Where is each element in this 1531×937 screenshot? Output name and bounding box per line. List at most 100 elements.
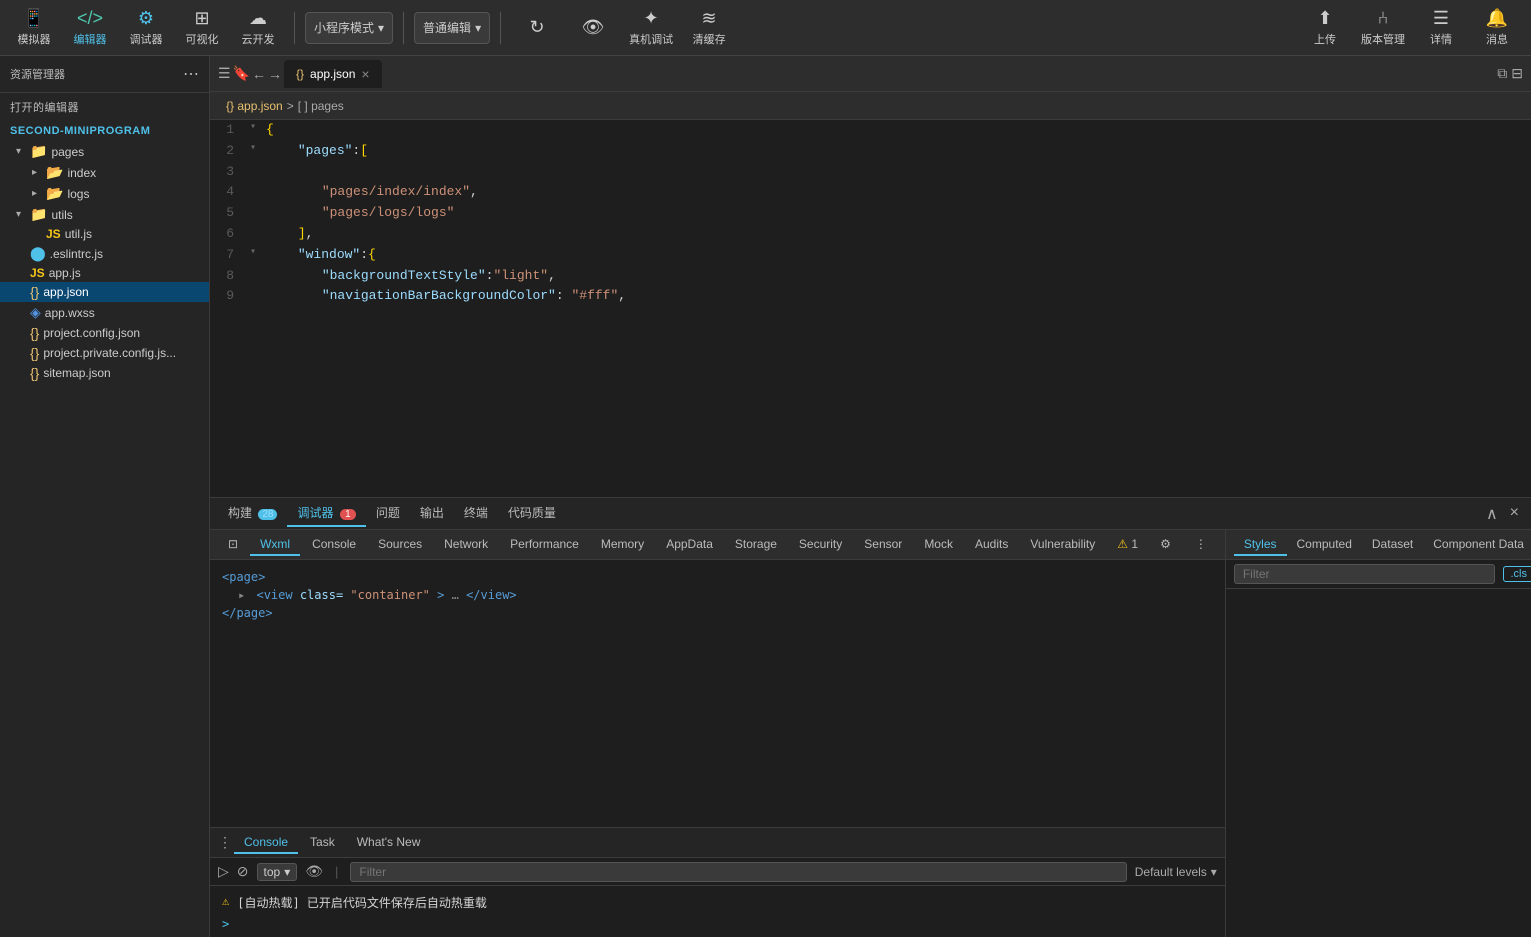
styles-tab-dataset[interactable]: Dataset — [1362, 534, 1423, 556]
network-label: Network — [444, 537, 488, 551]
eye-btn[interactable]: 👁 — [567, 4, 619, 52]
inner-tab-memory[interactable]: Memory — [591, 534, 654, 556]
tree-item-index[interactable]: ▸ 📂 index — [0, 162, 209, 183]
inner-tab-sensor[interactable]: Sensor — [854, 534, 912, 556]
tree-item-pages[interactable]: ▾ 📁 pages — [0, 141, 209, 162]
inner-tab-security[interactable]: Security — [789, 534, 852, 556]
sidebar-header: 资源管理器 ⋯ — [0, 56, 209, 93]
simulator-label: 模拟器 — [18, 31, 51, 47]
bookmark-icon[interactable]: 🔖 — [233, 65, 250, 82]
close-panel-icon[interactable]: × — [1506, 502, 1523, 526]
devtools-tab-issues[interactable]: 问题 — [366, 500, 410, 527]
editor-label: 编辑器 — [74, 31, 107, 47]
back-icon[interactable]: ← — [252, 66, 266, 82]
block-icon[interactable]: ⊘ — [237, 863, 249, 880]
tree-item-projectconfig[interactable]: {} project.config.json — [0, 323, 209, 343]
compile-dropdown[interactable]: 普通编辑 ▾ — [414, 12, 490, 44]
settings-icon[interactable]: ⚙ — [1150, 534, 1181, 556]
more-icon[interactable]: ⋮ — [1185, 534, 1217, 556]
tree-item-utiljs[interactable]: JS util.js — [0, 225, 209, 243]
inner-tab-sources[interactable]: Sources — [368, 534, 432, 556]
styles-tab-componentdata[interactable]: Component Data — [1423, 534, 1531, 556]
tree-item-utils[interactable]: ▾ 📁 utils — [0, 204, 209, 225]
simulator-btn[interactable]: 📱 模拟器 — [8, 4, 60, 52]
inner-tab-appdata[interactable]: AppData — [656, 534, 723, 556]
split-icon[interactable]: ⧉ — [1497, 65, 1507, 82]
preview-btn[interactable]: ⊞ 可视化 — [176, 4, 228, 52]
clearcache-btn[interactable]: ≋ 清缓存 — [683, 4, 735, 52]
close-tab-icon[interactable]: × — [361, 66, 369, 82]
sidebar-more-icon[interactable]: ⋯ — [183, 64, 199, 84]
notify-label: 消息 — [1486, 31, 1508, 47]
editor-btn[interactable]: </> 编辑器 — [64, 4, 116, 52]
console-filter-input[interactable] — [350, 862, 1126, 882]
devtools-tab-debugger[interactable]: 调试器 1 — [287, 500, 365, 527]
styles-filter-input[interactable] — [1234, 564, 1496, 584]
cloud-btn[interactable]: ☁ 云开发 — [232, 4, 284, 52]
tree-item-appwxss[interactable]: ◈ app.wxss — [0, 302, 209, 323]
inner-tab-wxml[interactable]: Wxml — [250, 534, 300, 556]
security-label: Security — [799, 537, 842, 551]
devtools-tab-terminal[interactable]: 终端 — [454, 500, 498, 527]
tree-item-projectprivate[interactable]: {} project.private.config.js... — [0, 343, 209, 363]
debugger-btn[interactable]: ⚙ 调试器 — [120, 4, 172, 52]
inner-tab-audits[interactable]: Audits — [965, 534, 1018, 556]
inner-tab-storage[interactable]: Storage — [725, 534, 787, 556]
forward-icon[interactable]: → — [268, 66, 282, 82]
code-editor[interactable]: 1 ▾ { 2 ▾ "pages":[ 3 4 — [210, 120, 1531, 497]
inner-tab-mock[interactable]: Mock — [914, 534, 963, 556]
notify-btn[interactable]: 🔔 消息 — [1471, 4, 1523, 52]
dom-line-view[interactable]: ▸ <view class= "container" > … </view> — [222, 586, 1213, 604]
inner-tab-vulnerability[interactable]: Vulnerability — [1020, 534, 1105, 556]
tree-item-eslint[interactable]: ⬤ .eslintrc.js — [0, 243, 209, 264]
styles-tab-computed[interactable]: Computed — [1287, 534, 1362, 556]
inner-tab-performance[interactable]: Performance — [500, 534, 589, 556]
issues-label: 问题 — [376, 506, 400, 520]
version-icon: ⑃ — [1378, 8, 1389, 29]
version-btn[interactable]: ⑃ 版本管理 — [1355, 4, 1411, 52]
layout-icon[interactable]: ⊟ — [1511, 65, 1523, 82]
tree-item-appjs[interactable]: JS app.js — [0, 264, 209, 282]
mode-dropdown[interactable]: 小程序模式 ▾ — [305, 12, 393, 44]
realtest-btn[interactable]: ✦ 真机调试 — [623, 4, 679, 52]
inner-tab-console[interactable]: Console — [302, 534, 366, 556]
eye-console-icon[interactable]: 👁 — [305, 863, 323, 880]
top-selector[interactable]: top ▾ — [257, 863, 298, 881]
default-levels-btn[interactable]: Default levels ▾ — [1135, 865, 1217, 879]
devtools-toolbar-icon[interactable]: ⊡ — [218, 534, 248, 556]
upload-btn[interactable]: ⬆ 上传 — [1299, 4, 1351, 52]
console-grip-icon[interactable]: ⋮ — [218, 834, 232, 851]
expand-arrow-icon[interactable]: ▸ — [238, 588, 245, 602]
debugger-badge: 1 — [340, 509, 356, 520]
bell-icon: 🔔 — [1486, 8, 1508, 29]
inner-tab-warning[interactable]: ⚠ 1 — [1107, 534, 1148, 556]
collapse-icon[interactable]: ∧ — [1482, 502, 1502, 526]
console-tab-console[interactable]: Console — [234, 832, 298, 854]
tree-label: util.js — [65, 227, 92, 241]
cls-button[interactable]: .cls — [1503, 566, 1531, 582]
hamburger-icon[interactable]: ☰ — [218, 65, 231, 82]
toolbar-right: ⬆ 上传 ⑃ 版本管理 ☰ 详情 🔔 消息 — [1299, 4, 1523, 52]
tree-item-sitemap[interactable]: {} sitemap.json — [0, 363, 209, 383]
mode-label: 小程序模式 — [314, 19, 374, 36]
devtools-tab-codequality[interactable]: 代码质量 — [498, 500, 566, 527]
devtools-body: ⊡ Wxml Console Sources Network — [210, 530, 1531, 937]
refresh-btn[interactable]: ↻ — [511, 4, 563, 52]
tree-item-logs[interactable]: ▸ 📂 logs — [0, 183, 209, 204]
sensor-label: Sensor — [864, 537, 902, 551]
tree-item-appjson[interactable]: {} app.json — [0, 282, 209, 302]
devtools-tab-build[interactable]: 构建 28 — [218, 500, 287, 527]
tab-appjson[interactable]: {} app.json × — [284, 60, 382, 88]
detail-btn[interactable]: ☰ 详情 — [1415, 4, 1467, 52]
breadcrumb-child: [ ] pages — [298, 99, 344, 113]
console-prompt[interactable]: > — [222, 917, 1213, 931]
run-icon[interactable]: ▷ — [218, 863, 229, 880]
tree-label: project.config.json — [43, 326, 140, 340]
styles-tab-styles[interactable]: Styles — [1234, 534, 1287, 556]
inner-tab-network[interactable]: Network — [434, 534, 498, 556]
console-tab-task[interactable]: Task — [300, 832, 345, 854]
warning-msg-icon: ⚠ — [222, 894, 229, 908]
console-tab-whatsnew[interactable]: What's New — [347, 832, 431, 854]
whatsnew-label: What's New — [357, 835, 421, 849]
devtools-tab-output[interactable]: 输出 — [410, 500, 454, 527]
